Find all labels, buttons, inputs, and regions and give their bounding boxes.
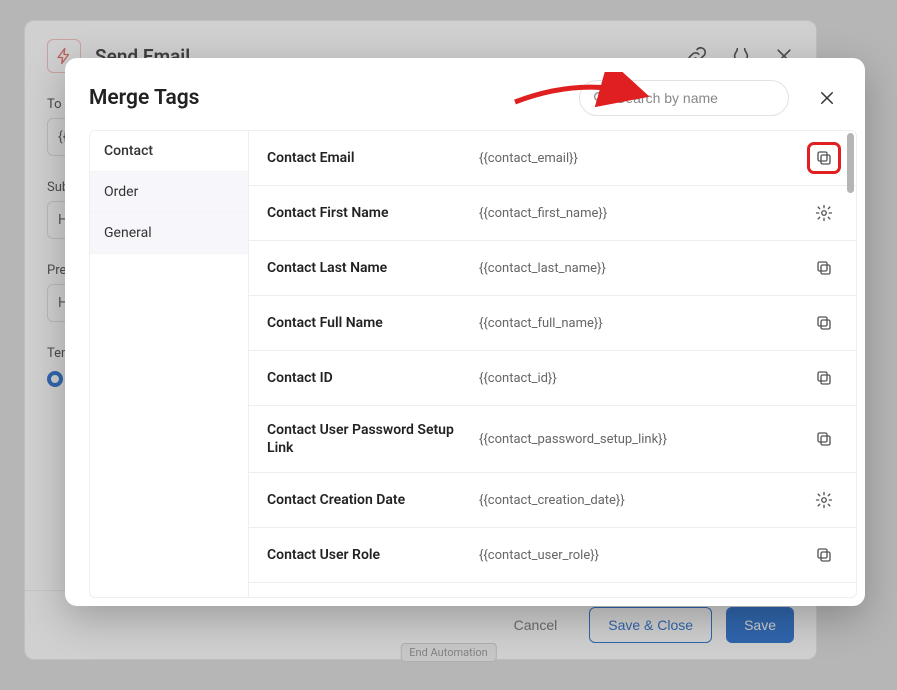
tag-name: Contact First Name bbox=[267, 204, 467, 222]
copy-button[interactable] bbox=[812, 366, 836, 390]
scrollbar-thumb[interactable] bbox=[847, 133, 854, 193]
settings-button[interactable] bbox=[812, 488, 836, 512]
search-input[interactable] bbox=[616, 90, 797, 106]
tag-name: Contact ID bbox=[267, 369, 467, 387]
copy-icon bbox=[815, 314, 833, 332]
sidebar-item-order[interactable]: Order bbox=[90, 172, 248, 213]
tag-value: {{contact_password_setup_link}} bbox=[479, 432, 800, 447]
tag-value: {{contact_creation_date}} bbox=[479, 493, 800, 508]
table-row: Contact User Role {{contact_user_role}} bbox=[249, 528, 856, 583]
settings-button[interactable] bbox=[812, 201, 836, 225]
category-sidebar: ContactOrderGeneral bbox=[89, 130, 249, 598]
table-row: Contact Full Name {{contact_full_name}} bbox=[249, 296, 856, 351]
tag-name: Contact Creation Date bbox=[267, 491, 467, 509]
tag-name: Contact Full Name bbox=[267, 314, 467, 332]
copy-icon bbox=[815, 149, 833, 167]
search-input-wrap[interactable] bbox=[579, 80, 789, 116]
table-row: Contact ID {{contact_id}} bbox=[249, 351, 856, 406]
copy-icon bbox=[815, 430, 833, 448]
table-row: Contact Email {{contact_email}} bbox=[249, 131, 856, 186]
copy-icon bbox=[815, 546, 833, 564]
sidebar-item-contact[interactable]: Contact bbox=[90, 131, 248, 172]
copy-button[interactable] bbox=[812, 256, 836, 280]
table-row: Contact User Password Setup Link {{contac… bbox=[249, 406, 856, 473]
tag-value: {{contact_first_name}} bbox=[479, 206, 800, 221]
tag-name: Contact Last Name bbox=[267, 259, 467, 277]
tag-name: Contact User Role bbox=[267, 546, 467, 564]
highlight-box bbox=[807, 142, 841, 174]
tag-value: {{contact_email}} bbox=[479, 151, 800, 166]
copy-icon bbox=[815, 369, 833, 387]
tag-value: {{contact_id}} bbox=[479, 371, 800, 386]
table-row: Contact Creation Date {{contact_creation_… bbox=[249, 473, 856, 528]
table-row: Contact First Name {{contact_first_name}} bbox=[249, 186, 856, 241]
copy-button[interactable] bbox=[812, 146, 836, 170]
copy-button[interactable] bbox=[812, 427, 836, 451]
tag-value: {{contact_full_name}} bbox=[479, 316, 800, 331]
table-row: Contact Phone{{contact_phone}} bbox=[249, 583, 856, 597]
gear-icon bbox=[815, 204, 833, 222]
table-row: Contact Last Name {{contact_last_name}} bbox=[249, 241, 856, 296]
copy-button[interactable] bbox=[812, 311, 836, 335]
copy-icon bbox=[815, 259, 833, 277]
tag-name: Contact User Password Setup Link bbox=[267, 421, 467, 457]
modal-title: Merge Tags bbox=[89, 86, 199, 110]
merge-tags-modal: Merge Tags ContactOrderGeneral Contact E… bbox=[65, 58, 865, 606]
tag-name: Contact Email bbox=[267, 149, 467, 167]
modal-close-button[interactable] bbox=[813, 84, 841, 112]
tag-value: {{contact_last_name}} bbox=[479, 261, 800, 276]
copy-button[interactable] bbox=[812, 543, 836, 567]
search-icon bbox=[592, 90, 608, 106]
sidebar-item-general[interactable]: General bbox=[90, 213, 248, 254]
gear-icon bbox=[815, 491, 833, 509]
tag-value: {{contact_user_role}} bbox=[479, 548, 800, 563]
merge-tag-list: Contact Email {{contact_email}} Contact Fi… bbox=[249, 131, 856, 597]
